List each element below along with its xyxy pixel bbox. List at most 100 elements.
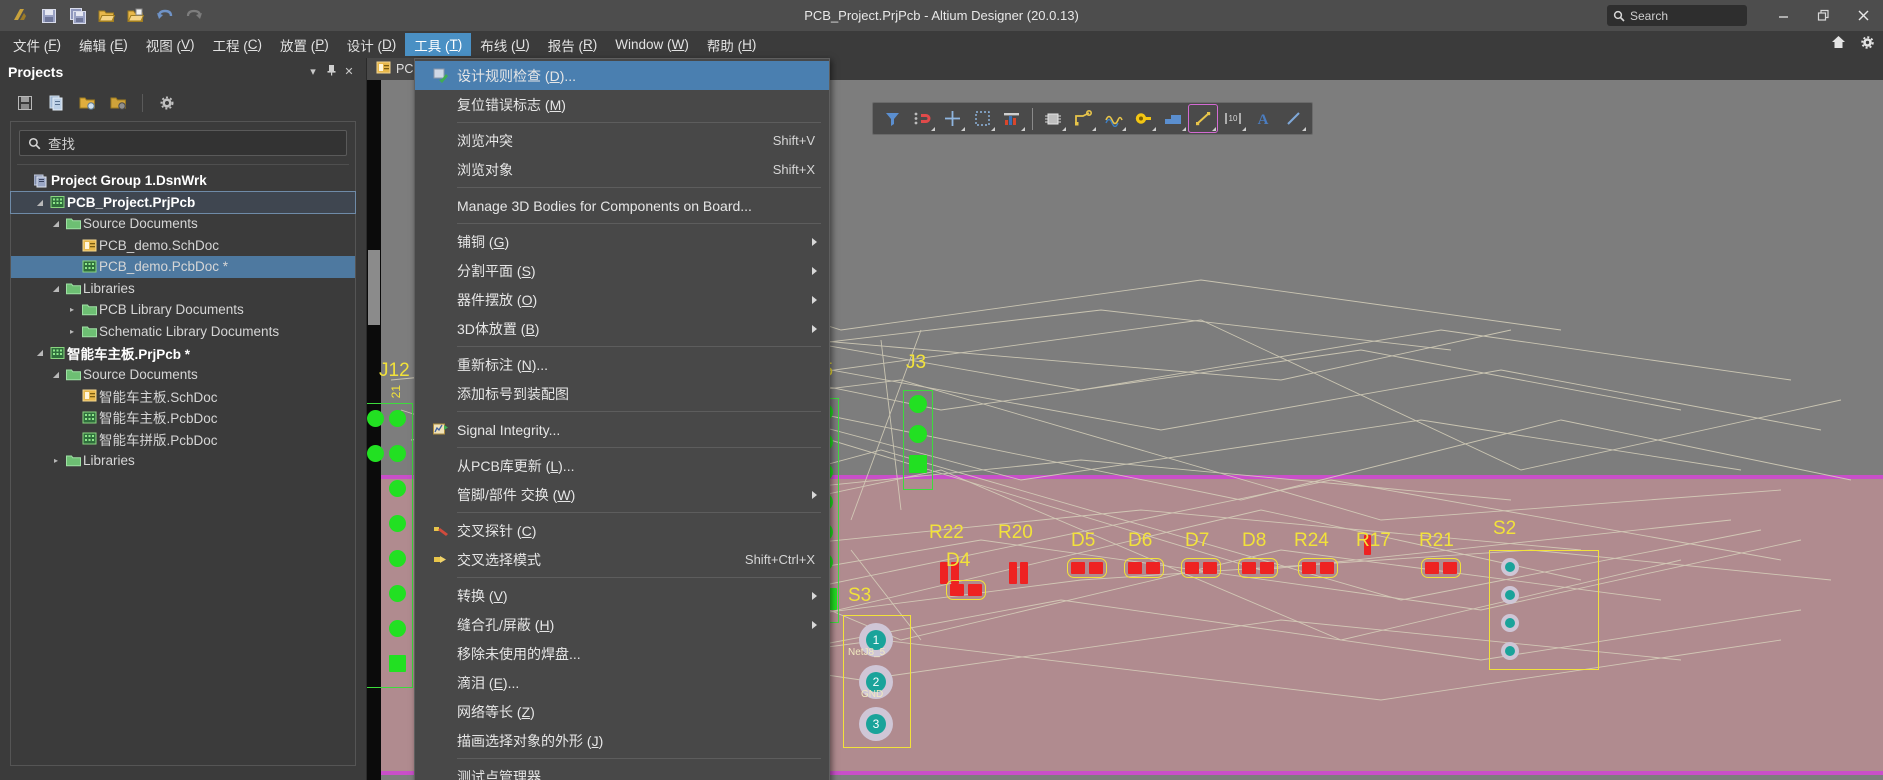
menu-item[interactable]: 交叉探针 (C) xyxy=(415,516,829,545)
tree-expand-arrow[interactable]: ◢ xyxy=(49,284,63,293)
menu-item[interactable]: 转换 (V) xyxy=(415,581,829,610)
menubar-item-e[interactable]: 编辑 (E) xyxy=(70,33,137,56)
snap-magnet-icon[interactable] xyxy=(908,105,936,132)
tree-expand-arrow[interactable]: ▸ xyxy=(65,413,79,422)
save-icon[interactable] xyxy=(35,3,62,28)
place-track-icon[interactable] xyxy=(1069,105,1097,132)
minimize-button[interactable] xyxy=(1763,0,1803,31)
tree-expand-arrow[interactable]: ◢ xyxy=(49,370,63,379)
menu-item[interactable]: 交叉选择模式 Shift+Ctrl+X xyxy=(415,545,829,574)
tree-item[interactable]: ▸ Schematic Library Documents xyxy=(11,321,355,343)
tree-item[interactable]: ▸ Libraries xyxy=(11,450,355,472)
tree-expand-arrow[interactable]: ▸ xyxy=(65,434,79,443)
tree-expand-arrow[interactable]: ▸ xyxy=(17,176,31,185)
menu-item[interactable]: 器件摆放 (O) xyxy=(415,285,829,314)
tree-item[interactable]: ◢ Source Documents xyxy=(11,213,355,235)
designator-d6: D6 xyxy=(1128,530,1153,551)
tree-expand-arrow[interactable]: ▸ xyxy=(49,456,63,465)
tree-expand-arrow[interactable]: ▸ xyxy=(65,262,79,271)
tree-item[interactable]: ◢ PCB_Project.PrjPcb xyxy=(10,190,356,214)
menu-item[interactable]: Manage 3D Bodies for Components on Board… xyxy=(415,191,829,220)
tree-item[interactable]: ◢ 智能车主板.PrjPcb * xyxy=(11,342,355,364)
menu-item[interactable]: 测试点管理器... xyxy=(415,762,829,780)
menu-item[interactable]: 重新标注 (N)... xyxy=(415,350,829,379)
tree-item[interactable]: ▸ Project Group 1.DsnWrk xyxy=(11,170,355,192)
tree-expand-arrow[interactable]: ◢ xyxy=(49,219,63,228)
tree-expand-arrow[interactable]: ▸ xyxy=(65,241,79,250)
menubar-item-w[interactable]: Window (W) xyxy=(606,33,698,56)
menubar-item-u[interactable]: 布线 (U) xyxy=(471,33,539,56)
panel-menu-icon[interactable]: ▾ xyxy=(304,65,322,78)
tree-expand-arrow[interactable]: ◢ xyxy=(33,348,47,357)
menu-item[interactable]: 分割平面 (S) xyxy=(415,256,829,285)
place-polygon-icon[interactable] xyxy=(1159,105,1187,132)
menu-item[interactable]: 复位错误标志 (M) xyxy=(415,90,829,119)
home-icon[interactable] xyxy=(1831,35,1846,54)
tree-expand-arrow[interactable]: ▸ xyxy=(65,391,79,400)
save-icon[interactable] xyxy=(12,91,38,115)
tree-search-input[interactable]: 查找 xyxy=(19,130,347,156)
save-all-icon[interactable] xyxy=(64,3,91,28)
close-icon[interactable]: ✕ xyxy=(340,65,358,78)
tree-item[interactable]: ▸ 智能车拼版.PcbDoc xyxy=(11,428,355,450)
menubar-item-t[interactable]: 工具 (T) xyxy=(405,33,472,56)
menu-item[interactable]: 铺铜 (G) xyxy=(415,227,829,256)
menubar-item-v[interactable]: 视图 (V) xyxy=(137,33,204,56)
menubar-item-p[interactable]: 放置 (P) xyxy=(271,33,338,56)
menu-item[interactable]: 设计规则检查 (D)... xyxy=(415,61,829,90)
tree-item[interactable]: ▸ PCB_demo.SchDoc xyxy=(11,235,355,257)
tree-item[interactable]: ▸ PCB Library Documents xyxy=(11,299,355,321)
select-area-icon[interactable] xyxy=(968,105,996,132)
menu-item[interactable]: Signal Integrity... xyxy=(415,415,829,444)
menu-item[interactable]: 缝合孔/屏蔽 (H) xyxy=(415,610,829,639)
altium-logo-icon[interactable] xyxy=(6,3,33,28)
crosshair-icon[interactable] xyxy=(938,105,966,132)
menu-item[interactable]: 滴泪 (E)... xyxy=(415,668,829,697)
filter-icon[interactable] xyxy=(878,105,906,132)
menubar-item-h[interactable]: 帮助 (H) xyxy=(698,33,766,56)
menubar-item-c[interactable]: 工程 (C) xyxy=(204,33,272,56)
layer-stack-icon[interactable] xyxy=(998,105,1026,132)
open-icon[interactable] xyxy=(93,3,120,28)
restore-button[interactable] xyxy=(1803,0,1843,31)
place-via-icon[interactable] xyxy=(1129,105,1157,132)
menu-item[interactable]: 从PCB库更新 (L)... xyxy=(415,451,829,480)
open-project-icon[interactable] xyxy=(74,91,100,115)
menubar-item-d[interactable]: 设计 (D) xyxy=(338,33,406,56)
undo-icon[interactable] xyxy=(151,3,178,28)
menu-item[interactable]: 浏览对象 Shift+X xyxy=(415,155,829,184)
menu-item[interactable]: 添加标号到装配图 xyxy=(415,379,829,408)
menu-item[interactable]: 描画选择对象的外形 (J) xyxy=(415,726,829,755)
place-arc-icon[interactable] xyxy=(1279,105,1307,132)
pin-icon[interactable] xyxy=(322,64,340,79)
menu-item[interactable]: 移除未使用的焊盘... xyxy=(415,639,829,668)
tree-expand-arrow[interactable]: ▸ xyxy=(65,305,79,314)
place-dimension-icon[interactable]: 10 xyxy=(1219,105,1247,132)
menu-item[interactable]: 3D体放置 (B) xyxy=(415,314,829,343)
tree-item[interactable]: ◢ Source Documents xyxy=(11,364,355,386)
menu-item[interactable]: 网络等长 (Z) xyxy=(415,697,829,726)
open-project-icon[interactable] xyxy=(122,3,149,28)
vertical-scrollbar[interactable] xyxy=(368,250,380,325)
close-project-icon[interactable] xyxy=(105,91,131,115)
place-string-icon[interactable]: A xyxy=(1249,105,1277,132)
menu-item[interactable]: 管脚/部件 交换 (W) xyxy=(415,480,829,509)
compile-icon[interactable] xyxy=(43,91,69,115)
close-button[interactable] xyxy=(1843,0,1883,31)
place-differential-pair-icon[interactable] xyxy=(1099,105,1127,132)
place-component-icon[interactable] xyxy=(1039,105,1067,132)
menu-item-label: 测试点管理器... xyxy=(457,768,553,780)
menubar-item-r[interactable]: 报告 (R) xyxy=(539,33,607,56)
menubar-item-f[interactable]: 文件 (F) xyxy=(4,33,70,56)
tree-expand-arrow[interactable]: ▸ xyxy=(65,327,79,336)
tree-item[interactable]: ◢ Libraries xyxy=(11,278,355,300)
tree-expand-arrow[interactable]: ◢ xyxy=(33,198,47,207)
menu-item[interactable]: 浏览冲突 Shift+V xyxy=(415,126,829,155)
search-input[interactable]: Search xyxy=(1607,5,1747,26)
tree-item[interactable]: ▸ PCB_demo.PcbDoc * xyxy=(11,256,355,278)
tree-item[interactable]: ▸ 智能车主板.SchDoc xyxy=(11,385,355,407)
gear-icon[interactable] xyxy=(154,91,180,115)
tree-item[interactable]: ▸ 智能车主板.PcbDoc xyxy=(11,407,355,429)
place-line-icon[interactable] xyxy=(1188,104,1218,133)
gear-icon[interactable] xyxy=(1860,35,1875,55)
